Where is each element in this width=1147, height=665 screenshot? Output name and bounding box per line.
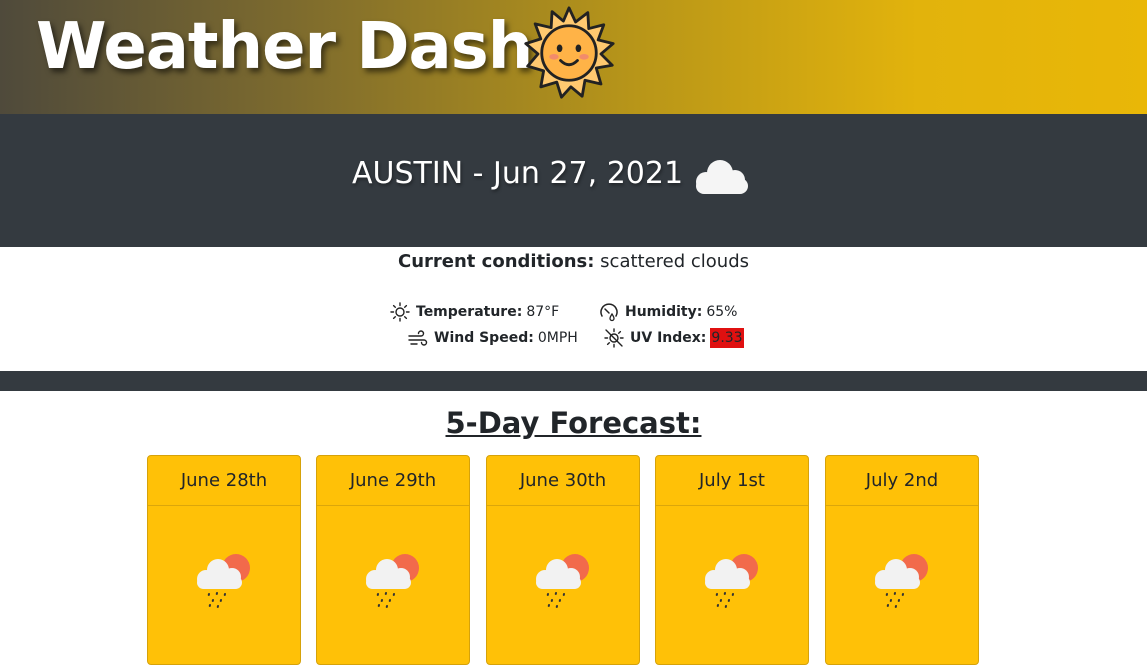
rain-cloud-sun-icon: [705, 554, 758, 608]
forecast-title: 5-Day Forecast:: [445, 406, 702, 440]
smiling-sun-icon: [524, 6, 615, 99]
current-conditions: Current conditions: scattered clouds Tem…: [0, 247, 1147, 371]
section-divider: [0, 371, 1147, 391]
humidity-label: Humidity:: [625, 304, 703, 320]
city-bar: AUSTIN - Jun 27, 2021: [0, 114, 1147, 247]
humidity-value: 65%: [706, 304, 738, 320]
forecast-card-2: June 29th: [316, 455, 470, 665]
temperature-label: Temperature:: [416, 304, 523, 320]
rain-cloud-sun-icon: [197, 554, 250, 608]
rain-cloud-sun-icon: [536, 554, 589, 608]
forecast-card-date: July 2nd: [826, 456, 978, 506]
header-banner: Weather Dash: [0, 0, 1147, 114]
forecast-card-date: June 30th: [487, 456, 639, 506]
wind-metric: Wind Speed: 0MPH: [408, 328, 578, 348]
city-date-title: AUSTIN - Jun 27, 2021: [352, 156, 684, 191]
cloud-icon: [696, 160, 748, 194]
uv-value-badge: 9.33: [710, 328, 744, 348]
forecast-card-4: July 1st: [655, 455, 809, 665]
forecast-card-date: July 1st: [656, 456, 808, 506]
sun-icon: [390, 302, 410, 322]
wind-value: 0MPH: [537, 330, 578, 346]
temperature-metric: Temperature: 87°F: [390, 302, 559, 322]
rain-cloud-sun-icon: [366, 554, 419, 608]
humidity-metric: Humidity: 65%: [599, 302, 737, 322]
wind-icon: [408, 330, 428, 346]
conditions-value: scattered clouds: [600, 251, 750, 272]
app-title: Weather Dash: [36, 10, 533, 84]
uv-label: UV Index:: [630, 330, 707, 346]
forecast-card-date: June 28th: [148, 456, 300, 506]
uv-sun-icon: [604, 328, 624, 348]
uv-metric: UV Index: 9.33: [604, 328, 744, 348]
forecast-card-1: June 28th: [147, 455, 301, 665]
conditions-line: Current conditions: scattered clouds: [0, 249, 1147, 275]
conditions-label: Current conditions:: [397, 251, 595, 272]
humidity-gauge-icon: [600, 303, 618, 322]
wind-label: Wind Speed:: [434, 330, 534, 346]
forecast-card-3: June 30th: [486, 455, 640, 665]
temperature-value: 87°F: [526, 304, 560, 320]
forecast-card-5: July 2nd: [825, 455, 979, 665]
rain-cloud-sun-icon: [875, 554, 928, 608]
forecast-card-date: June 29th: [317, 456, 469, 506]
